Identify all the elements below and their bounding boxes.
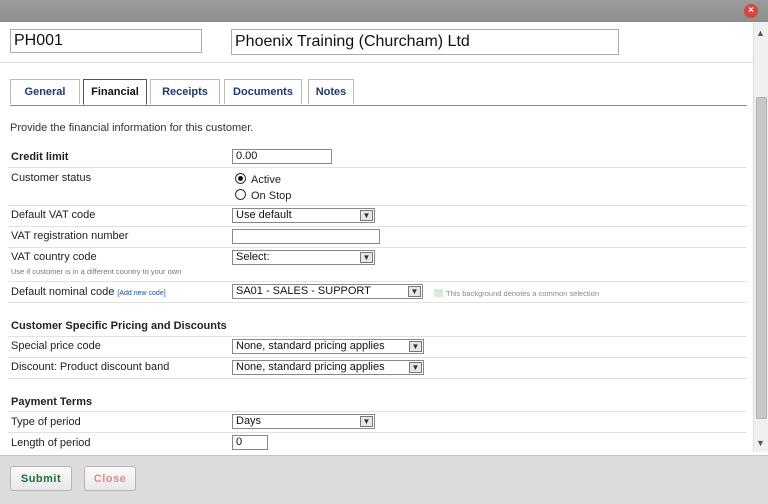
period-length-label: Length of period <box>11 437 91 449</box>
customer-status-row: Customer status Active On Stop <box>8 167 747 206</box>
customer-status-label: Customer status <box>11 172 92 184</box>
tab-documents[interactable]: Documents <box>224 79 302 104</box>
payment-divider <box>8 378 747 412</box>
nominal-code-value: SA01 - SALES - SUPPORT <box>236 285 371 297</box>
credit-limit-input[interactable]: 0.00 <box>232 149 332 164</box>
scroll-thumb[interactable] <box>756 97 767 419</box>
vat-code-label: Default VAT code <box>11 209 96 221</box>
special-price-value: None, standard pricing applies <box>236 340 385 352</box>
nominal-code-label-wrap: Default nominal code [Add new code] <box>11 286 166 298</box>
status-active-radio[interactable]: Active <box>235 173 281 186</box>
scroll-down-icon[interactable]: ▼ <box>756 438 765 448</box>
customer-name-input[interactable] <box>231 29 619 55</box>
vat-country-select[interactable]: Select: ▼ <box>232 250 375 265</box>
scroll-up-icon[interactable]: ▲ <box>756 28 765 38</box>
close-button[interactable]: Close <box>84 466 136 491</box>
customer-header <box>0 22 754 63</box>
scrollbar[interactable]: ▲ ▼ <box>753 22 768 452</box>
status-onstop-radio[interactable]: On Stop <box>235 189 291 202</box>
close-icon[interactable]: × <box>744 4 758 18</box>
tab-general[interactable]: General <box>10 79 80 104</box>
nominal-code-label: Default nominal code <box>11 286 115 298</box>
vat-reg-input[interactable] <box>232 229 380 244</box>
tab-bar: General Financial Receipts Documents Not… <box>10 79 747 106</box>
radio-unselected-icon[interactable] <box>235 189 246 200</box>
period-type-row: Type of period Days ▼ <box>8 411 747 433</box>
vat-code-row: Default VAT code Use default ▼ <box>8 205 747 227</box>
nominal-code-row: Default nominal code [Add new code] SA01… <box>8 281 747 303</box>
chevron-down-icon[interactable]: ▼ <box>409 341 422 352</box>
credit-limit-row: Credit limit 0.00 <box>8 147 747 168</box>
period-type-label: Type of period <box>11 416 81 428</box>
tab-financial[interactable]: Financial <box>83 79 147 105</box>
radio-selected-icon[interactable] <box>235 173 246 184</box>
vat-country-label: VAT country code <box>11 251 97 263</box>
discount-band-select[interactable]: None, standard pricing applies ▼ <box>232 360 424 375</box>
vat-code-select[interactable]: Use default ▼ <box>232 208 375 223</box>
discount-band-label: Discount: Product discount band <box>11 361 170 373</box>
common-selection-hint: This background denotes a common selecti… <box>434 289 599 298</box>
special-price-row: Special price code None, standard pricin… <box>8 336 747 358</box>
dialog-footer: Submit Close <box>0 455 768 504</box>
customer-code-input[interactable] <box>10 29 202 53</box>
chevron-down-icon[interactable]: ▼ <box>360 210 373 221</box>
chevron-down-icon[interactable]: ▼ <box>408 286 421 297</box>
tab-notes[interactable]: Notes <box>308 79 354 104</box>
add-new-code-link[interactable]: [Add new code] <box>117 290 165 297</box>
common-hint-text: This background denotes a common selecti… <box>446 289 600 298</box>
discount-band-value: None, standard pricing applies <box>236 361 385 373</box>
special-price-label: Special price code <box>11 340 101 352</box>
vat-country-value: Select: <box>236 251 270 263</box>
period-length-row: Length of period 0 <box>8 432 747 452</box>
vat-country-hint: Use if customer is in a different countr… <box>11 267 182 276</box>
tab-receipts[interactable]: Receipts <box>150 79 220 104</box>
period-length-input[interactable]: 0 <box>232 435 268 450</box>
chevron-down-icon[interactable]: ▼ <box>360 252 373 263</box>
submit-button[interactable]: Submit <box>10 466 72 491</box>
payment-section-title: Payment Terms <box>11 396 93 408</box>
dialog-titlebar: × <box>0 0 768 22</box>
status-onstop-label: On Stop <box>251 190 292 202</box>
vat-reg-label: VAT registration number <box>11 230 129 242</box>
chevron-down-icon[interactable]: ▼ <box>360 416 373 427</box>
discount-band-row: Discount: Product discount band None, st… <box>8 357 747 379</box>
vat-country-row: VAT country code Use if customer is in a… <box>8 247 747 282</box>
nominal-code-select[interactable]: SA01 - SALES - SUPPORT ▼ <box>232 284 423 299</box>
common-swatch <box>434 289 443 297</box>
period-type-select[interactable]: Days ▼ <box>232 414 375 429</box>
vat-code-value: Use default <box>236 209 292 221</box>
credit-limit-label: Credit limit <box>11 151 69 163</box>
pricing-divider <box>8 314 747 337</box>
period-type-value: Days <box>236 415 262 427</box>
vat-reg-row: VAT registration number <box>8 226 747 248</box>
special-price-select[interactable]: None, standard pricing applies ▼ <box>232 339 424 354</box>
chevron-down-icon[interactable]: ▼ <box>409 362 422 373</box>
intro-text: Provide the financial information for th… <box>10 122 254 134</box>
status-active-label: Active <box>251 174 281 186</box>
